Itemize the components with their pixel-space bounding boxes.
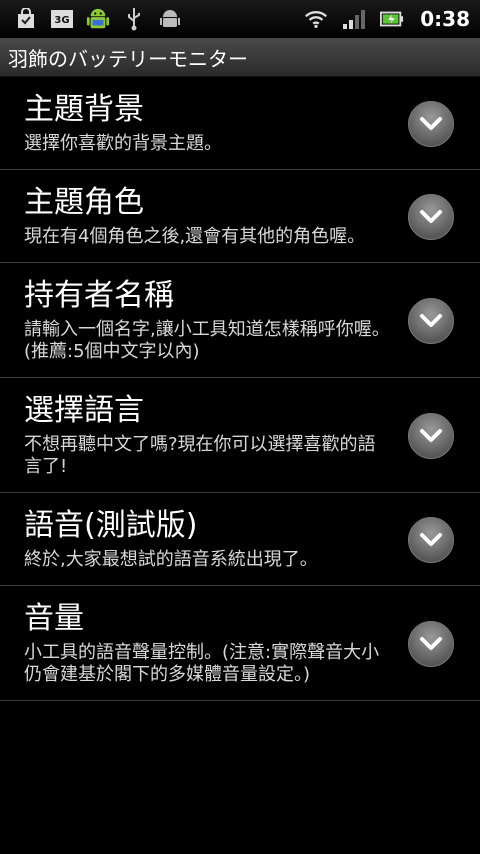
setting-theme-background[interactable]: 主題背景 選擇你喜歡的背景主題。	[0, 77, 480, 170]
setting-owner-name[interactable]: 持有者名稱 請輸入一個名字,讓小工具知道怎樣稱呼你喔。(推薦:5個中文字以內)	[0, 263, 480, 378]
chevron-down-icon[interactable]	[408, 101, 454, 147]
svg-text:3G: 3G	[54, 15, 69, 26]
setting-theme-character[interactable]: 主題角色 現在有4個角色之後,還會有其他的角色喔。	[0, 170, 480, 263]
setting-title: 主題背景	[24, 92, 144, 127]
setting-summary: 小工具的語音聲量控制。(注意:實際聲音大小仍會建基於閣下的多媒體音量設定。)	[24, 642, 380, 685]
setting-language[interactable]: 選擇語言 不想再聽中文了嗎?現在你可以選擇喜歡的語言了!	[0, 378, 480, 493]
setting-summary: 現在有4個角色之後,還會有其他的角色喔。	[24, 226, 366, 247]
setting-volume[interactable]: 音量 小工具的語音聲量控制。(注意:實際聲音大小仍會建基於閣下的多媒體音量設定。…	[0, 586, 480, 701]
signal-icon	[342, 7, 366, 31]
setting-title: 語音(測試版)	[24, 508, 198, 543]
3g-icon: 3G	[50, 7, 74, 31]
chevron-down-icon[interactable]	[408, 413, 454, 459]
android-debug-icon	[158, 7, 182, 31]
setting-voice-beta[interactable]: 語音(測試版) 終於,大家最想試的語音系統出現了。	[0, 493, 480, 586]
setting-title: 主題角色	[24, 185, 144, 220]
wifi-icon	[304, 7, 328, 31]
chevron-down-icon[interactable]	[408, 298, 454, 344]
setting-summary: 請輸入一個名字,讓小工具知道怎樣稱呼你喔。(推薦:5個中文字以內)	[24, 319, 390, 362]
settings-list: 主題背景 選擇你喜歡的背景主題。 主題角色 現在有4個角色之後,還會有其他的角色…	[0, 77, 480, 701]
chevron-down-icon[interactable]	[408, 194, 454, 240]
battery-icon	[380, 7, 404, 31]
setting-title: 選擇語言	[24, 393, 144, 428]
setting-summary: 選擇你喜歡的背景主題。	[24, 133, 222, 154]
setting-title: 持有者名稱	[24, 278, 174, 313]
chevron-down-icon[interactable]	[408, 621, 454, 667]
chevron-down-icon[interactable]	[408, 517, 454, 563]
setting-summary: 終於,大家最想試的語音系統出現了。	[24, 549, 318, 570]
setting-title: 音量	[24, 601, 84, 636]
usb-icon	[122, 7, 146, 31]
status-bar: 3G 0:38	[0, 0, 480, 38]
setting-summary: 不想再聽中文了嗎?現在你可以選擇喜歡的語言了!	[24, 434, 376, 477]
android-icon	[86, 7, 110, 31]
app-title: 羽飾のバッテリーモニター	[8, 46, 248, 71]
app-title-bar: 羽飾のバッテリーモニター	[0, 38, 480, 77]
clock: 0:38	[420, 7, 470, 31]
shopping-bag-icon	[14, 7, 38, 31]
